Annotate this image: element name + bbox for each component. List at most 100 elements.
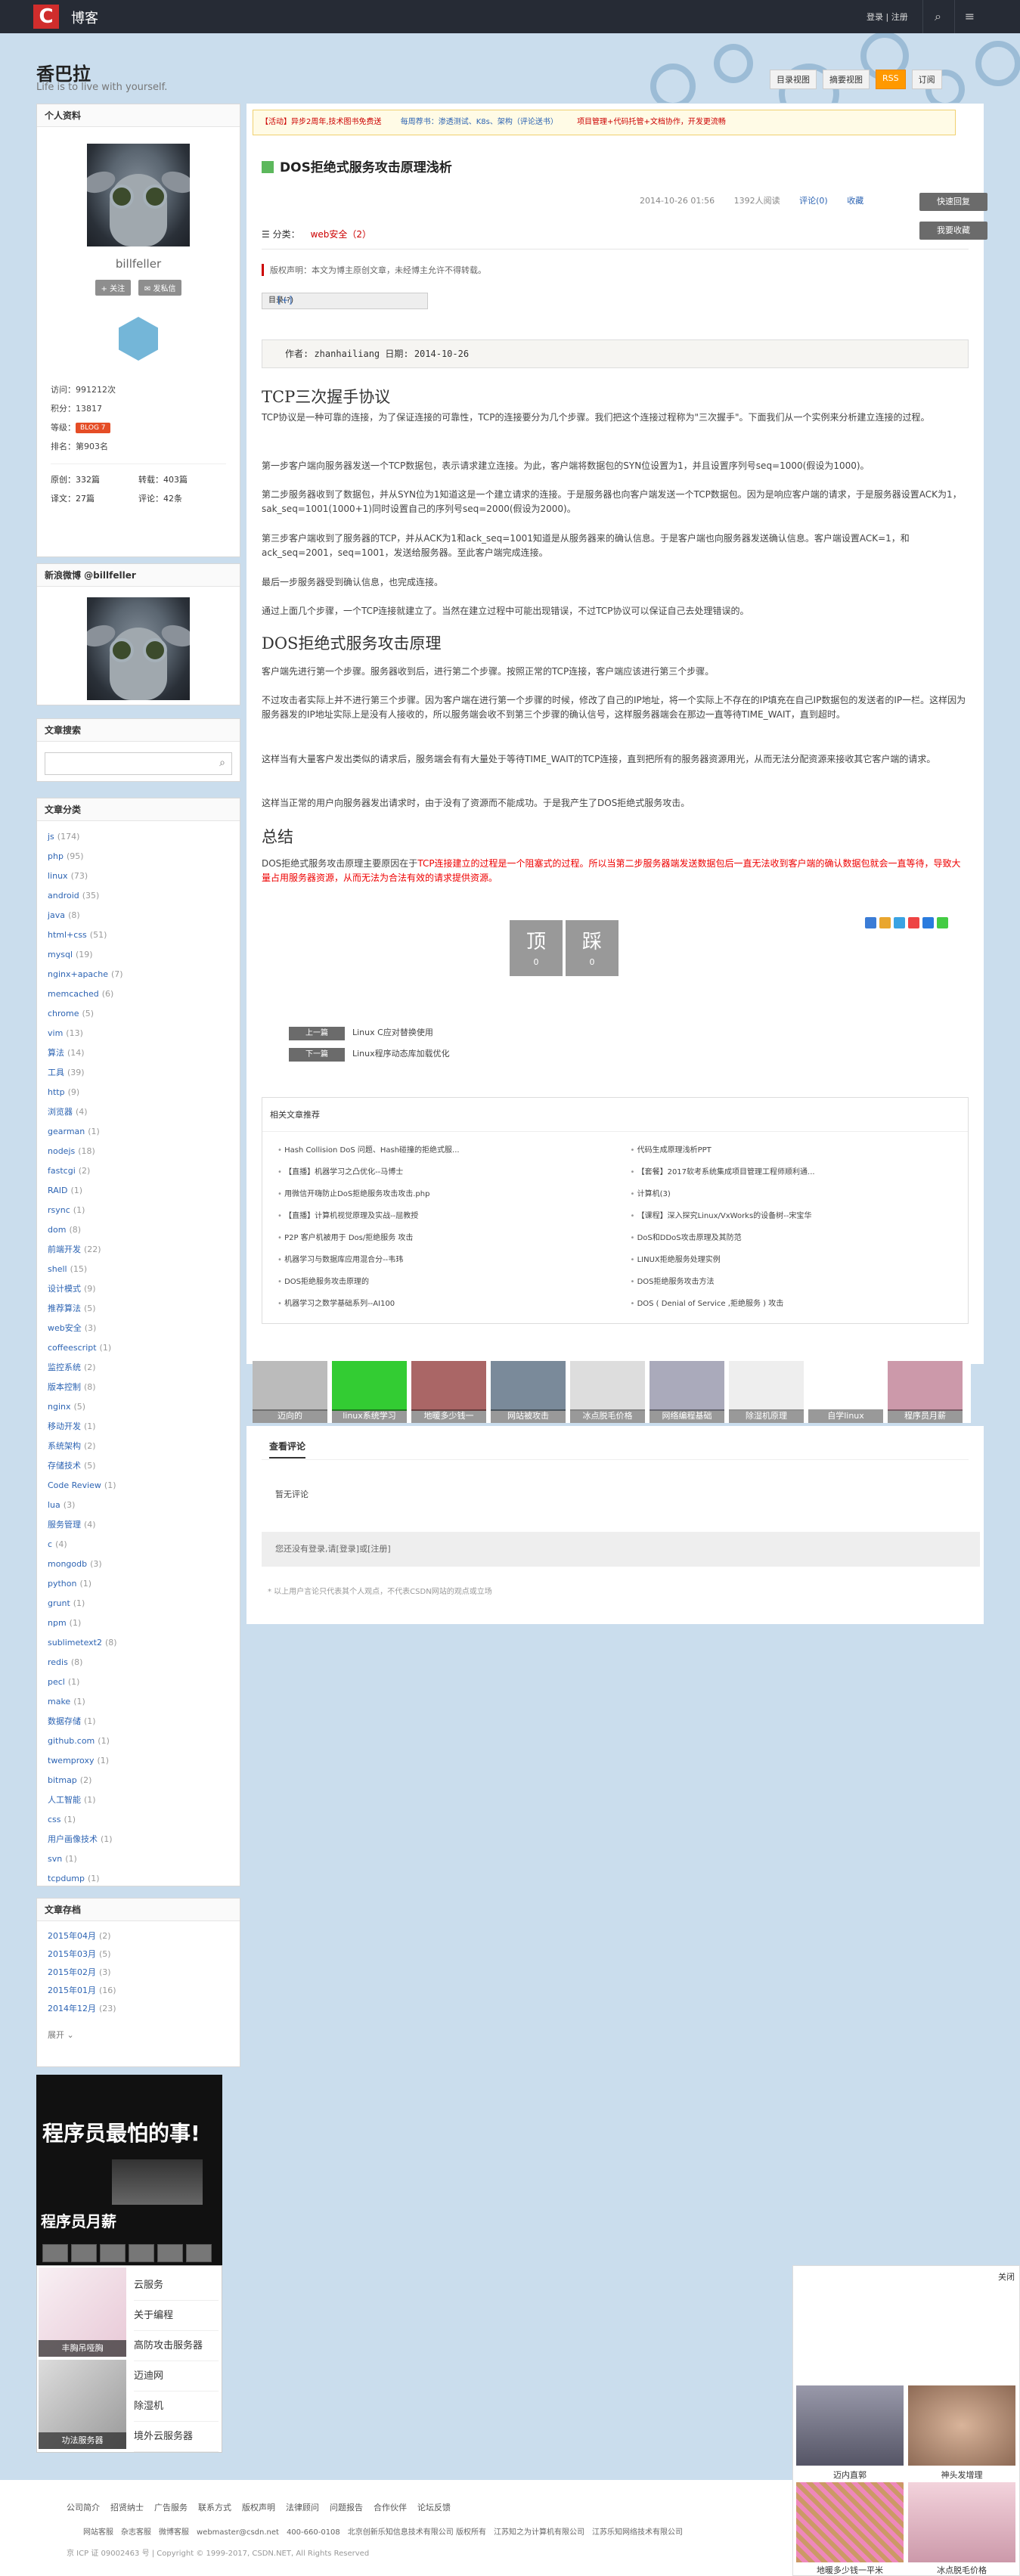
category-link[interactable]: gearman bbox=[48, 1127, 85, 1136]
message-button[interactable]: ✉ 发私信 bbox=[138, 280, 182, 296]
ad-strip-image[interactable] bbox=[808, 1361, 883, 1411]
category-link[interactable]: coffeescript bbox=[48, 1343, 97, 1353]
ad-strip-item[interactable]: 地暖多少钱一 bbox=[411, 1361, 486, 1423]
ad-link[interactable]: 高防攻击服务器 bbox=[134, 2331, 219, 2361]
float-ad-image[interactable] bbox=[908, 2482, 1015, 2562]
avatar[interactable] bbox=[87, 144, 190, 246]
ad-strip-item[interactable]: 冰点脱毛价格 bbox=[570, 1361, 645, 1423]
float-ad-caption[interactable]: 地暖多少钱一平米 bbox=[796, 2564, 904, 2576]
category-link[interactable]: web安全 bbox=[48, 1323, 82, 1333]
footer-contact-item[interactable]: webmaster@csdn.net bbox=[197, 2528, 279, 2537]
ad-link[interactable]: 迈迪网 bbox=[134, 2361, 219, 2392]
follow-button[interactable]: + 关注 bbox=[95, 280, 132, 296]
ad-link[interactable]: 云服务 bbox=[134, 2271, 219, 2301]
category-link[interactable]: python bbox=[48, 1579, 76, 1589]
footer-contact-item[interactable]: 网站客服 bbox=[83, 2528, 113, 2537]
category-link[interactable]: 监控系统 bbox=[48, 1362, 81, 1372]
footer-link[interactable]: 法律顾问 bbox=[286, 2503, 319, 2512]
csdn-logo[interactable]: C bbox=[33, 5, 59, 29]
category-link[interactable]: mongodb bbox=[48, 1559, 87, 1569]
related-article-link[interactable]: DOS拒绝服务攻击原理的 bbox=[277, 1271, 600, 1293]
ad-link[interactable]: 境外云服务器 bbox=[134, 2422, 219, 2452]
category-link[interactable]: 用户画像技术 bbox=[48, 1834, 98, 1844]
category-link[interactable]: svn bbox=[48, 1854, 62, 1864]
ad-link[interactable]: 除湿机 bbox=[134, 2392, 219, 2422]
summary-view-button[interactable]: 摘要视图 bbox=[823, 70, 870, 89]
ad-strip-caption[interactable]: 自学linux bbox=[808, 1409, 883, 1423]
category-link[interactable]: shell bbox=[48, 1264, 67, 1274]
notice-item[interactable]: 每周荐书：渗透测试、K8s、架构（评论送书） bbox=[401, 118, 558, 126]
category-link[interactable]: 人工智能 bbox=[48, 1795, 81, 1805]
category-link[interactable]: redis bbox=[48, 1657, 68, 1667]
search-input[interactable]: ⌕ bbox=[45, 752, 232, 775]
ad-strip-item[interactable]: 网络编程基础 bbox=[650, 1361, 724, 1423]
ad-banner-programmer[interactable]: 程序员最怕的事! 程序员月薪 bbox=[36, 2075, 222, 2265]
ad-strip-caption[interactable]: 程序员月薪 bbox=[888, 1409, 963, 1423]
weibo-avatar[interactable] bbox=[87, 597, 190, 700]
category-link[interactable]: nginx+apache bbox=[48, 969, 108, 979]
ad-strip-image[interactable] bbox=[332, 1361, 407, 1411]
category-link[interactable]: Code Review bbox=[48, 1480, 101, 1490]
notice-item[interactable]: 项目管理+代码托管+文档协作，开发更流畅 bbox=[577, 118, 726, 126]
ad-strip-image[interactable] bbox=[729, 1361, 804, 1411]
medal-icon[interactable] bbox=[119, 317, 158, 361]
search-icon[interactable]: ⌕ bbox=[219, 757, 225, 769]
related-article-link[interactable]: 代码生成原理浅析PPT bbox=[631, 1139, 953, 1161]
category-link[interactable]: sublimetext2 bbox=[48, 1638, 102, 1648]
category-link[interactable]: 浏览器 bbox=[48, 1107, 73, 1117]
float-ad-image[interactable] bbox=[796, 2482, 904, 2562]
ad-strip-item[interactable]: 自学linux bbox=[808, 1361, 883, 1423]
ad-strip-image[interactable] bbox=[411, 1361, 486, 1411]
ad-strip-item[interactable]: linux系统学习 bbox=[332, 1361, 407, 1423]
related-article-link[interactable]: DOS ( Denial of Service ,拒绝服务 ) 攻击 bbox=[631, 1293, 953, 1315]
share-qzone-icon[interactable] bbox=[865, 917, 876, 928]
related-article-link[interactable]: 【课程】深入探究Linux/VxWorks的设备树--宋宝华 bbox=[631, 1205, 953, 1227]
archive-link[interactable]: 2015年02月 bbox=[48, 1967, 96, 1977]
category-link[interactable]: 版本控制 bbox=[48, 1382, 81, 1392]
category-link[interactable]: 存储技术 bbox=[48, 1461, 81, 1471]
prev-article[interactable]: 上一篇 Linux C应对替换使用 bbox=[289, 1026, 433, 1040]
comments-header[interactable]: 查看评论 bbox=[269, 1440, 306, 1458]
category-link[interactable]: web安全（2） bbox=[311, 229, 371, 240]
share-wechat-icon[interactable] bbox=[937, 917, 948, 928]
related-article-link[interactable]: Hash Collision DoS 问题、Hash碰撞的拒绝式服... bbox=[277, 1139, 600, 1161]
ad-strip-caption[interactable]: 迈向的 bbox=[253, 1409, 327, 1423]
ad-strip-caption[interactable]: 除湿机原理 bbox=[729, 1409, 804, 1423]
my-collect-button[interactable]: 我要收藏 bbox=[919, 222, 987, 240]
footer-contact-item[interactable]: 杂志客服 bbox=[121, 2528, 151, 2537]
category-link[interactable]: 数据存储 bbox=[48, 1716, 81, 1726]
toc-box[interactable]: 目录(?) [+] bbox=[262, 293, 428, 309]
footer-contact-item[interactable]: 400-660-0108 bbox=[287, 2528, 340, 2537]
related-article-link[interactable]: DoS和DDoS攻击原理及其防范 bbox=[631, 1227, 953, 1249]
float-ad-image[interactable] bbox=[908, 2385, 1015, 2466]
archive-link[interactable]: 2014年12月 bbox=[48, 2004, 96, 2013]
archive-link[interactable]: 2015年04月 bbox=[48, 1931, 96, 1941]
category-link[interactable]: npm bbox=[48, 1618, 67, 1628]
category-link[interactable]: pecl bbox=[48, 1677, 65, 1687]
category-link[interactable]: memcached bbox=[48, 989, 99, 999]
ad-strip-caption[interactable]: 地暖多少钱一 bbox=[411, 1409, 486, 1423]
category-link[interactable]: css bbox=[48, 1815, 61, 1824]
share-renren-icon[interactable] bbox=[908, 917, 919, 928]
archive-link[interactable]: 2015年03月 bbox=[48, 1949, 96, 1959]
footer-contact-item[interactable]: 北京创新乐知信息技术有限公司 版权所有 bbox=[348, 2528, 486, 2537]
category-link[interactable]: 服务管理 bbox=[48, 1520, 81, 1530]
related-article-link[interactable]: 用微信开嗨防止DoS拒绝服务攻击攻击.php bbox=[277, 1183, 600, 1205]
ad-strip-image[interactable] bbox=[491, 1361, 566, 1411]
category-link[interactable]: html+css bbox=[48, 930, 87, 940]
menu-icon[interactable]: ≡ bbox=[954, 0, 984, 33]
footer-link[interactable]: 版权声明 bbox=[242, 2503, 275, 2512]
category-link[interactable]: php bbox=[48, 851, 64, 861]
category-link[interactable]: grunt bbox=[48, 1598, 70, 1608]
quick-reply-button[interactable]: 快速回复 bbox=[919, 193, 987, 211]
category-link[interactable]: lua bbox=[48, 1500, 60, 1510]
category-link[interactable]: android bbox=[48, 891, 79, 901]
ad-strip-caption[interactable]: 网络编程基础 bbox=[650, 1409, 724, 1423]
rss-button[interactable]: RSS bbox=[876, 70, 906, 89]
category-link[interactable]: tcpdump bbox=[48, 1874, 85, 1883]
toc-toggle[interactable]: [+] bbox=[277, 293, 984, 308]
blog-brand-label[interactable]: 博客 bbox=[71, 8, 98, 27]
next-article[interactable]: 下一篇 Linux程序动态库加载优化 bbox=[289, 1047, 450, 1062]
ad-strip-image[interactable] bbox=[888, 1361, 963, 1411]
category-link[interactable]: java bbox=[48, 910, 65, 920]
